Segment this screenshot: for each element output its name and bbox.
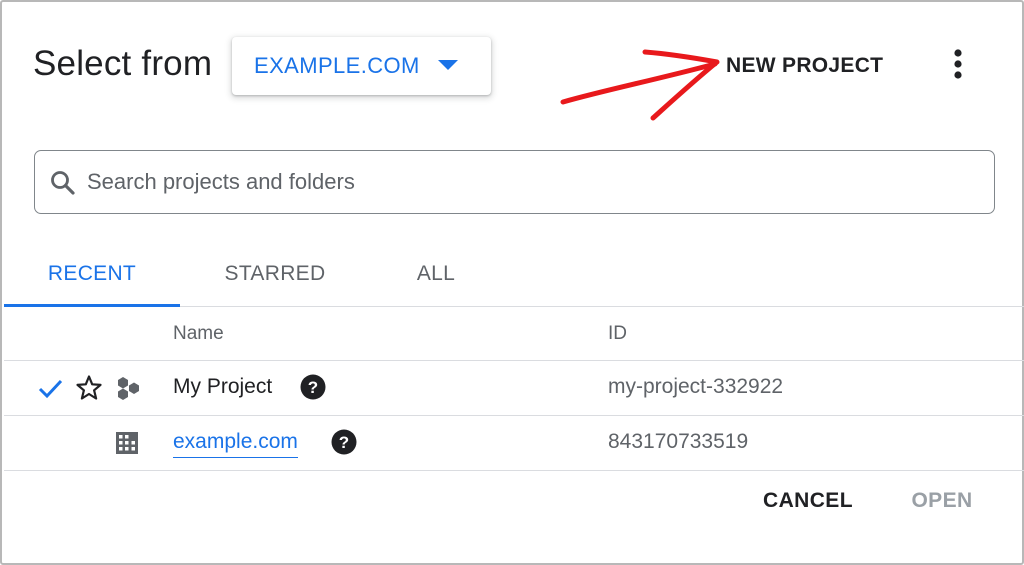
project-id: my-project-332922 [608, 375, 784, 398]
star-outline-icon[interactable] [75, 374, 103, 402]
caret-down-icon [438, 60, 458, 70]
project-name[interactable]: My Project [173, 375, 272, 399]
organization-selector-label: EXAMPLE.COM [254, 53, 420, 78]
more-vert-icon[interactable] [938, 44, 978, 84]
svg-text:?: ? [308, 378, 318, 397]
column-header-id[interactable]: ID [608, 323, 627, 345]
tab-all[interactable]: ALL [384, 242, 488, 306]
table-header: Name ID [4, 307, 1024, 361]
svg-text:?: ? [339, 433, 349, 452]
organization-id: 843170733519 [608, 430, 749, 453]
open-button[interactable]: OPEN [900, 482, 984, 520]
check-icon [38, 379, 63, 399]
search-box [34, 150, 995, 214]
help-icon[interactable]: ? [331, 429, 357, 455]
tab-bar: RECENT STARRED ALL [4, 242, 1024, 307]
search-icon [51, 171, 75, 195]
cancel-button[interactable]: CANCEL [750, 482, 866, 520]
new-project-button[interactable]: NEW PROJECT [716, 48, 893, 84]
tab-starred[interactable]: STARRED [184, 242, 366, 306]
organization-building-icon [116, 432, 138, 454]
table-row[interactable]: example.com ? 843170733519 [4, 416, 1024, 471]
red-arrow-annotation [560, 49, 720, 121]
tab-recent[interactable]: RECENT [4, 242, 180, 307]
select-project-dialog: Select from EXAMPLE.COM NEW PROJECT RECE… [0, 0, 1024, 565]
search-input[interactable] [87, 161, 977, 203]
column-header-name[interactable]: Name [173, 323, 224, 345]
project-hexagons-icon [118, 377, 139, 400]
organization-selector[interactable]: EXAMPLE.COM [232, 37, 491, 95]
organization-name-link[interactable]: example.com [173, 430, 298, 458]
dialog-title: Select from [33, 44, 213, 83]
help-icon[interactable]: ? [300, 374, 326, 400]
table-row[interactable]: My Project ? my-project-332922 [4, 361, 1024, 416]
